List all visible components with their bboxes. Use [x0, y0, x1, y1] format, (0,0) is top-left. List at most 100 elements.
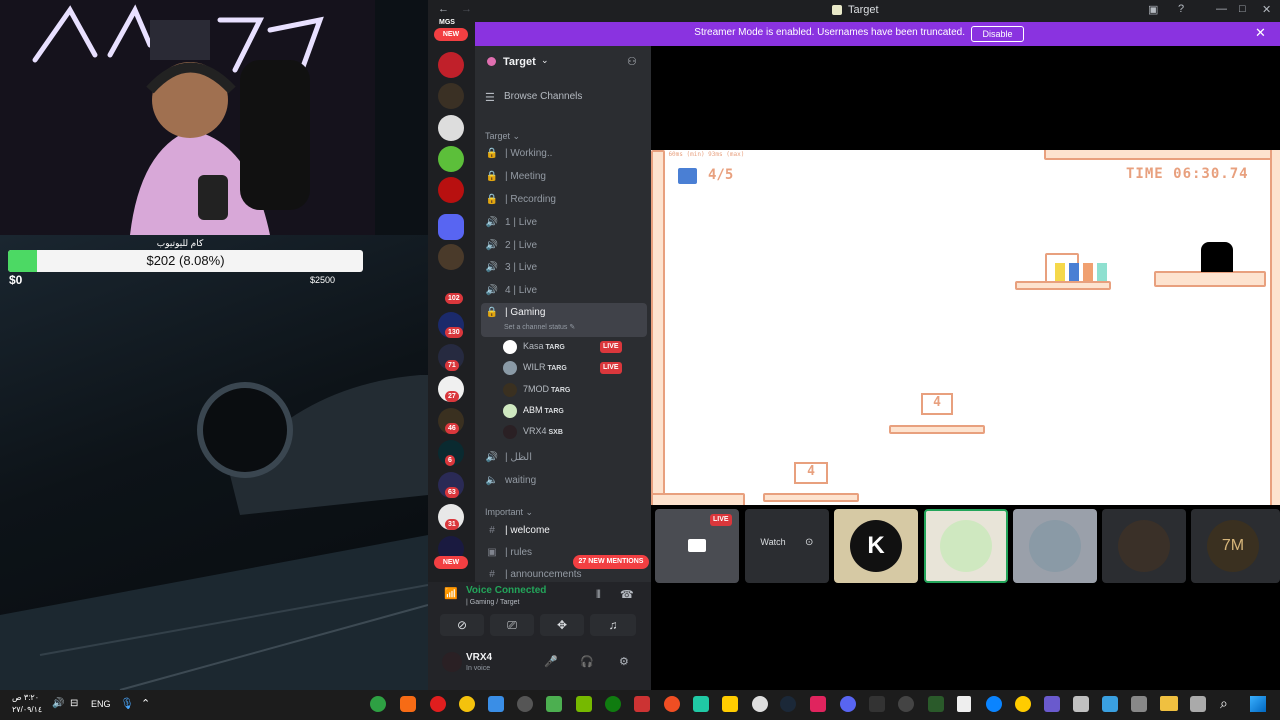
category-important[interactable]: Important ⌄ [485, 507, 533, 518]
new-mentions-pill[interactable]: 27 NEW MENTIONS [573, 555, 649, 569]
server-icon[interactable] [438, 83, 464, 109]
server-icon[interactable] [438, 52, 464, 78]
app-icon[interactable] [810, 696, 826, 712]
add-member-icon[interactable]: ⚇ [627, 55, 637, 68]
taskbar-date[interactable]: ٢٧/٠٩/١٤ [12, 705, 42, 714]
participant-tile[interactable]: 7M [1191, 509, 1280, 583]
new-pill[interactable]: NEW [434, 556, 468, 569]
category-target[interactable]: Target ⌄ [485, 131, 520, 142]
forward-arrow-icon[interactable]: → [461, 3, 472, 15]
app-icon[interactable] [1190, 696, 1206, 712]
screen-share-button[interactable]: ⎚ [490, 614, 534, 636]
voice-connected-title[interactable]: Voice Connected [466, 585, 546, 596]
chevron-up-icon[interactable]: ⌃ [141, 697, 150, 710]
popout-icon[interactable]: ⊙ [805, 537, 813, 548]
voice-member[interactable]: VRX4 SXB [503, 421, 643, 441]
server-icon[interactable] [438, 244, 464, 270]
channel-working[interactable]: 🔒 | Working.. [485, 144, 645, 164]
app-icon[interactable] [370, 696, 386, 712]
voice-member[interactable]: ABM TARG [503, 400, 643, 420]
chevron-down-icon[interactable]: ⌄ [541, 55, 549, 66]
app-icon[interactable] [517, 696, 533, 712]
soundboard-button[interactable]: ♫ [590, 614, 636, 636]
voice-channel-path[interactable]: | Gaming / Target [466, 599, 519, 606]
activities-button[interactable]: ✥ [540, 614, 584, 636]
server-name[interactable]: Target [503, 56, 536, 68]
app-icon[interactable] [664, 696, 680, 712]
search-icon[interactable]: ⌕ [1220, 695, 1228, 712]
app-icon[interactable] [488, 696, 504, 712]
avatar[interactable] [442, 652, 462, 672]
screen-icon[interactable]: ▣ [1148, 3, 1158, 16]
watch-tile[interactable]: Watch ⊙ [745, 509, 829, 583]
taskbar-time[interactable]: ٣:٢٠ ص [12, 693, 39, 702]
signal-icon[interactable]: 📶 [444, 587, 458, 600]
back-arrow-icon[interactable]: ← [438, 3, 449, 15]
language-indicator[interactable]: ENG [91, 699, 111, 709]
obs-icon[interactable] [752, 696, 768, 712]
app-icon[interactable] [1044, 696, 1060, 712]
chrome-icon[interactable] [459, 696, 475, 712]
app-icon[interactable] [898, 696, 914, 712]
camera-off-button[interactable]: ⊘ [440, 614, 484, 636]
start-icon[interactable] [1250, 696, 1266, 712]
voice-member[interactable]: Kasa TARG LIVE [503, 336, 643, 356]
stream-viewer[interactable]: RTT 60ms (min) 93ms (max) 4/5 TIME 06:30… [651, 46, 1280, 690]
maximize-icon[interactable]: □ [1239, 3, 1246, 15]
participant-tile[interactable] [924, 509, 1008, 583]
browse-channels[interactable]: Browse Channels [504, 91, 582, 102]
channel-live-2[interactable]: 🔊 2 | Live [485, 236, 645, 256]
app-icon[interactable] [1015, 696, 1031, 712]
microphone-icon[interactable]: 🎙 [120, 697, 134, 710]
user-name[interactable]: VRX4 [466, 652, 492, 663]
disable-button[interactable]: Disable [971, 26, 1024, 42]
network-icon[interactable]: ⊟ [70, 698, 78, 709]
help-icon[interactable]: ? [1178, 3, 1184, 15]
volume-icon[interactable]: 🔊 [52, 698, 64, 709]
xbox-icon[interactable] [605, 696, 621, 712]
settings-icon[interactable]: ⚙ [619, 655, 629, 668]
server-icon[interactable] [438, 177, 464, 203]
voice-member[interactable]: WILR TARG LIVE [503, 357, 643, 377]
participant-tile[interactable]: K [834, 509, 918, 583]
channel-meeting[interactable]: 🔒 | Meeting [485, 167, 645, 187]
app-icon[interactable] [722, 696, 738, 712]
stream-tile[interactable]: LIVE [655, 509, 739, 583]
participant-tile[interactable] [1013, 509, 1097, 583]
app-icon[interactable] [693, 696, 709, 712]
channel-live-4[interactable]: 🔊 4 | Live [485, 281, 645, 301]
folder-icon[interactable] [1160, 696, 1178, 711]
app-icon[interactable] [1073, 696, 1089, 712]
channel-live-3[interactable]: 🔊 3 | Live [485, 258, 645, 278]
app-icon[interactable] [1131, 696, 1147, 712]
steam-icon[interactable] [780, 696, 796, 712]
folder-icon[interactable] [438, 214, 464, 240]
close-icon[interactable]: ✕ [1255, 25, 1266, 41]
channel-recording[interactable]: 🔒 | Recording [485, 190, 645, 210]
server-icon[interactable] [438, 146, 464, 172]
participant-tile[interactable] [1102, 509, 1186, 583]
app-icon[interactable] [400, 696, 416, 712]
disconnect-icon[interactable]: ☎ [620, 588, 634, 601]
channel-waiting[interactable]: 🔈 waiting [485, 471, 645, 491]
channel-shadow[interactable]: 🔊 | الظل [485, 448, 645, 468]
app-icon[interactable] [1102, 696, 1118, 712]
channel-welcome[interactable]: # | welcome [485, 521, 645, 541]
app-icon[interactable] [546, 696, 562, 712]
server-icon[interactable] [438, 115, 464, 141]
discord-icon[interactable] [840, 696, 856, 712]
opera-icon[interactable] [430, 696, 446, 712]
voice-member[interactable]: 7MOD TARG [503, 379, 643, 399]
channel-status-hint[interactable]: Set a channel status ✎ [504, 323, 575, 331]
close-window-icon[interactable]: ✕ [1262, 3, 1271, 16]
app-icon[interactable] [634, 696, 650, 712]
watch-button[interactable]: Watch [748, 537, 798, 547]
microphone-icon[interactable]: 🎤 [544, 655, 558, 668]
headphones-icon[interactable]: 🎧 [580, 655, 594, 668]
app-icon[interactable] [928, 696, 944, 712]
file-icon[interactable] [957, 696, 971, 712]
nvidia-icon[interactable] [576, 696, 592, 712]
app-icon[interactable] [869, 696, 885, 712]
edge-icon[interactable] [986, 696, 1002, 712]
channel-gaming[interactable]: 🔒 | Gaming [481, 303, 647, 337]
